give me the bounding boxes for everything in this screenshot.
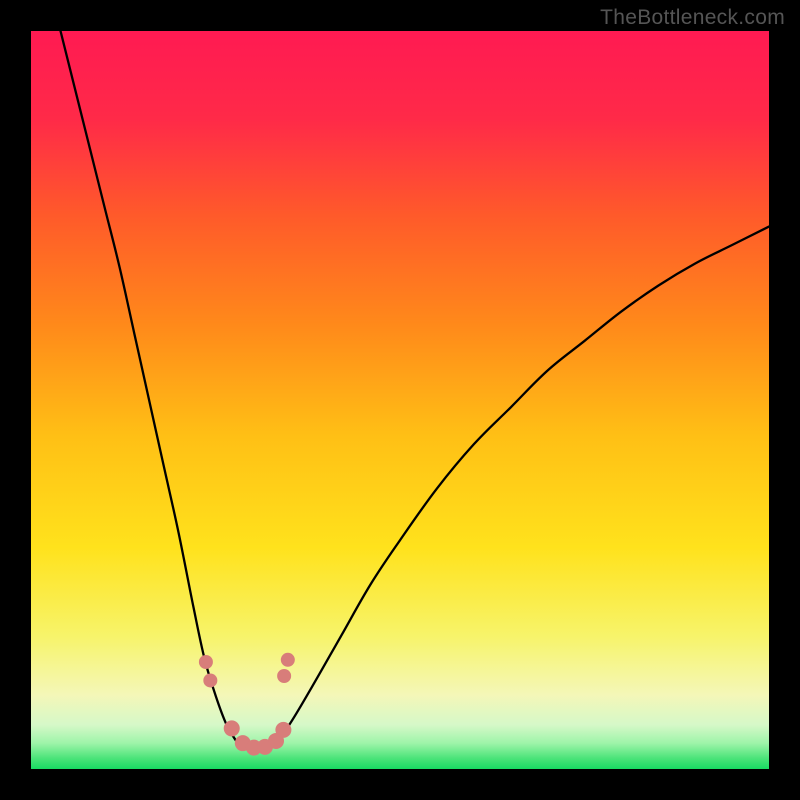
valley-marker-dot <box>199 655 213 669</box>
valley-marker-dot <box>275 722 291 738</box>
curve-layer <box>31 31 769 769</box>
valley-marker-dot <box>203 673 217 687</box>
valley-markers <box>199 653 295 756</box>
plot-area <box>31 31 769 769</box>
chart-frame: TheBottleneck.com <box>0 0 800 800</box>
watermark-label: TheBottleneck.com <box>600 6 785 30</box>
valley-marker-dot <box>281 653 295 667</box>
curve-left-branch <box>61 31 238 743</box>
valley-marker-dot <box>224 720 240 736</box>
valley-marker-dot <box>277 669 291 683</box>
curve-right-branch <box>275 227 769 744</box>
